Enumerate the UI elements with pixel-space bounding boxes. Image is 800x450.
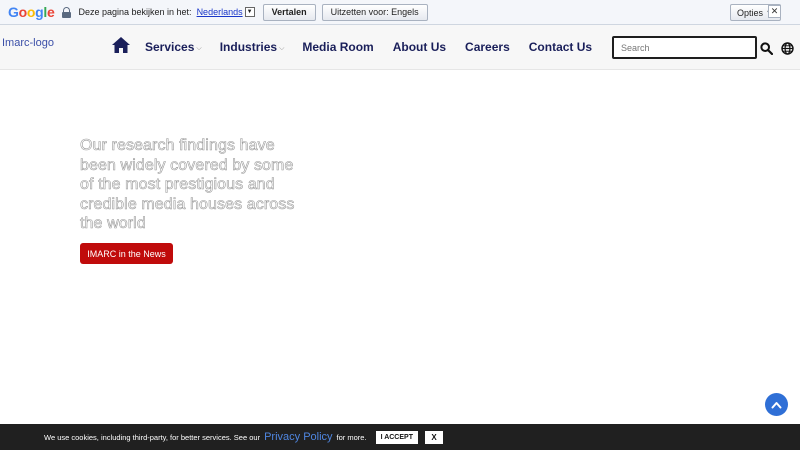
- main-nav: Services ⌵ Industries ⌵ Media Room About Us Ca…: [145, 40, 592, 54]
- nav-item-industries[interactable]: Industries ⌵: [220, 40, 285, 54]
- imarc-in-news-button[interactable]: IMARC in the News: [80, 243, 173, 264]
- back-to-top-button[interactable]: [765, 393, 788, 416]
- hero-text: Our research findings have been widely c…: [80, 137, 295, 233]
- nav-item-label: Careers: [465, 40, 510, 54]
- nav-item-contact-us[interactable]: Contact Us: [529, 40, 592, 54]
- nav-item-label: Media Room: [302, 40, 374, 54]
- language-dropdown-icon[interactable]: ▼: [244, 7, 255, 17]
- translate-prompt: Deze pagina bekijken in het:: [78, 7, 192, 17]
- nav-item-label: About Us: [392, 40, 447, 54]
- google-logo-letter: G: [8, 4, 19, 20]
- globe-icon[interactable]: [781, 42, 794, 55]
- nav-item-media-room[interactable]: Media Room: [302, 40, 373, 54]
- chevron-down-icon: ⌵: [279, 44, 285, 52]
- chevron-down-icon: ⌵: [196, 44, 202, 52]
- nav-item-about-us[interactable]: About Us: [393, 40, 446, 54]
- google-logo-letter: e: [46, 4, 55, 20]
- google-logo-letter: o: [18, 4, 28, 20]
- nav-item-services[interactable]: Services ⌵: [145, 40, 202, 54]
- nav-item-label: Industries: [219, 40, 278, 54]
- google-logo-letter: o: [26, 4, 36, 20]
- search-box: [612, 36, 757, 59]
- imarc-logo[interactable]: Imarc-logo: [2, 37, 54, 49]
- google-logo-letter: g: [35, 4, 44, 20]
- translate-bar: Google Deze pagina bekijken in het: Nede…: [0, 0, 800, 25]
- nav-item-label: Services: [145, 40, 195, 54]
- nav-item-careers[interactable]: Careers: [465, 40, 510, 54]
- cookie-banner: We use cookies, including third-party, f…: [0, 424, 800, 450]
- nav-item-label: Contact Us: [528, 40, 593, 54]
- cookie-text: We use cookies, including third-party, f…: [44, 432, 261, 442]
- accept-cookies-button[interactable]: I ACCEPT: [375, 430, 418, 444]
- cookie-more-text: for more.: [336, 432, 367, 442]
- search-icon[interactable]: [760, 42, 773, 55]
- close-cookie-button[interactable]: X: [424, 430, 443, 444]
- search-input[interactable]: [614, 38, 755, 58]
- site-header: Imarc-logo Services ⌵ Industries ⌵ Media Roo…: [0, 25, 800, 70]
- privacy-policy-link[interactable]: Privacy Policy: [264, 431, 332, 443]
- lock-icon: [62, 6, 72, 18]
- chevron-up-icon: [771, 401, 782, 408]
- language-select[interactable]: Nederlands: [197, 7, 243, 17]
- home-icon[interactable]: [112, 37, 130, 53]
- close-translate-button[interactable]: ✕: [768, 5, 781, 18]
- google-logo: Google: [8, 4, 55, 20]
- turn-off-button[interactable]: Uitzetten voor: Engels: [321, 3, 428, 21]
- translate-button[interactable]: Vertalen: [262, 3, 316, 21]
